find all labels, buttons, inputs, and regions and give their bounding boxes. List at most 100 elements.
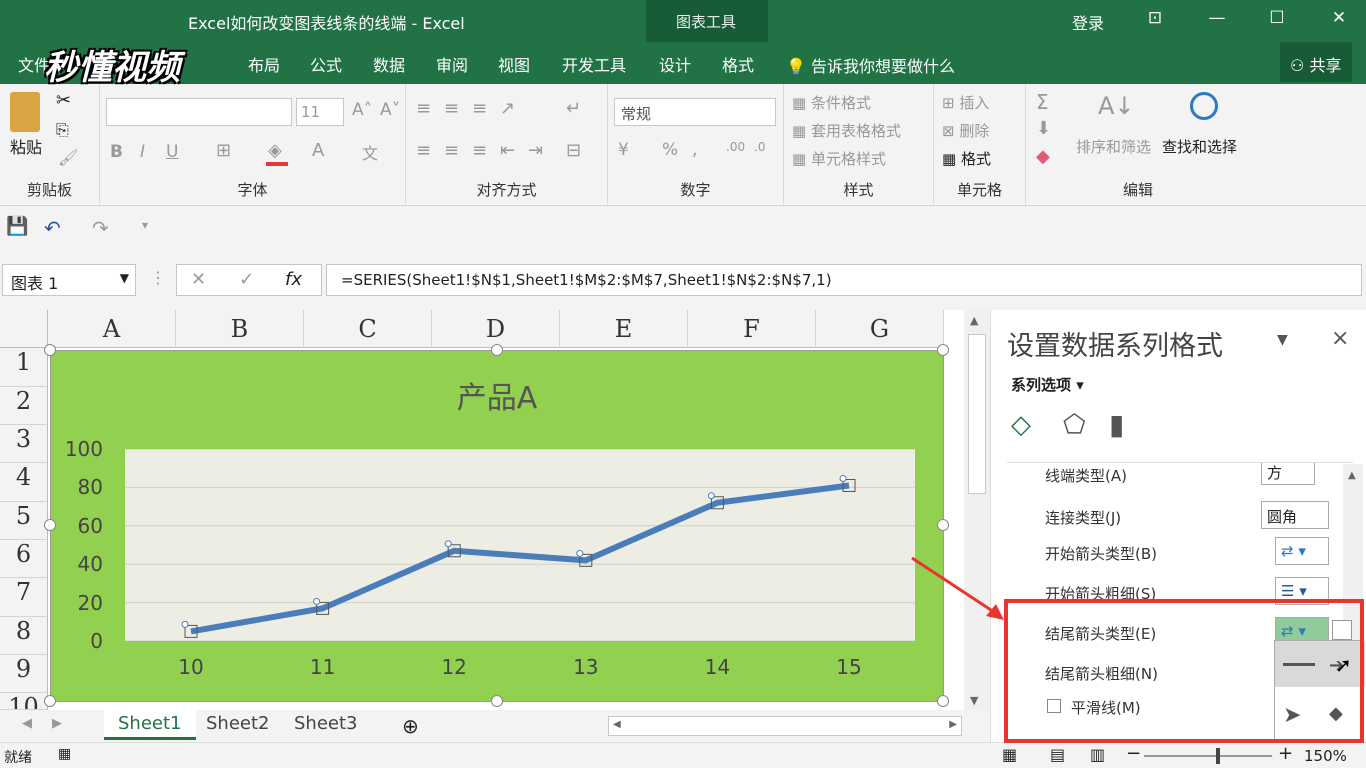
row-header[interactable]: 7: [0, 578, 48, 617]
clear-icon[interactable]: ◆: [1036, 146, 1050, 167]
decrease-indent-icon[interactable]: ⇤: [500, 140, 515, 161]
percent-icon[interactable]: %: [662, 140, 678, 160]
sort-filter-icon[interactable]: A↓: [1098, 92, 1135, 120]
formula-input[interactable]: =SERIES(Sheet1!$N$1,Sheet1!$M$2:$M$7,She…: [326, 264, 1362, 296]
plot-area[interactable]: [125, 448, 915, 642]
zoom-slider-thumb[interactable]: [1216, 748, 1220, 764]
sheet-tab-2[interactable]: Sheet2: [192, 710, 284, 740]
resize-handle[interactable]: [937, 344, 949, 356]
column-header[interactable]: C: [304, 310, 432, 348]
zoom-out-icon[interactable]: −: [1126, 743, 1141, 764]
customize-qat-icon[interactable]: ▾: [142, 218, 148, 232]
tab-review[interactable]: 审阅: [436, 52, 468, 76]
zoom-level[interactable]: 150%: [1304, 747, 1347, 765]
pane-options-icon[interactable]: ▼: [1277, 332, 1288, 348]
autosum-icon[interactable]: Σ: [1036, 90, 1049, 114]
orientation-icon[interactable]: ↗: [500, 98, 515, 119]
align-center-icon[interactable]: ≡: [444, 140, 459, 161]
conditional-format-button[interactable]: ▦ 条件格式: [792, 92, 871, 113]
zoom-slider[interactable]: [1144, 755, 1272, 757]
row-header[interactable]: 5: [0, 502, 48, 540]
shrink-font-icon[interactable]: A˅: [380, 100, 400, 120]
page-layout-icon[interactable]: ▤: [1050, 745, 1065, 764]
delete-cells-button[interactable]: ⊠ 删除: [942, 120, 989, 141]
copy-icon[interactable]: ⎘: [56, 120, 69, 140]
scroll-up-icon[interactable]: ▲: [970, 314, 978, 327]
row-header[interactable]: 8: [0, 617, 48, 655]
resize-handle[interactable]: [491, 695, 503, 707]
maximize-icon[interactable]: ☐: [1262, 8, 1292, 28]
resize-handle[interactable]: [937, 519, 949, 531]
column-header[interactable]: G: [816, 310, 944, 348]
fill-color-icon[interactable]: ◈: [268, 140, 282, 161]
resize-handle[interactable]: [44, 344, 56, 356]
tab-data[interactable]: 数据: [373, 52, 405, 76]
resize-handle[interactable]: [491, 344, 503, 356]
tab-design[interactable]: 设计: [659, 52, 691, 76]
row-header[interactable]: 10: [0, 693, 48, 710]
wrap-text-icon[interactable]: ↵: [566, 98, 581, 119]
cancel-icon[interactable]: ✕: [191, 269, 206, 290]
tab-developer[interactable]: 开发工具: [562, 52, 626, 76]
chart-title[interactable]: 产品A: [51, 373, 943, 417]
scroll-up-icon[interactable]: ▲: [1348, 470, 1356, 481]
sort-filter-button[interactable]: 排序和筛选: [1076, 136, 1151, 157]
row-header[interactable]: 3: [0, 425, 48, 463]
column-header[interactable]: E: [560, 310, 688, 348]
format-painter-icon[interactable]: 🖌: [58, 148, 78, 167]
paste-icon[interactable]: [10, 92, 40, 132]
find-select-icon[interactable]: [1190, 92, 1218, 120]
row-header[interactable]: 1: [0, 348, 48, 387]
align-left-icon[interactable]: ≡: [416, 140, 431, 161]
column-header[interactable]: D: [432, 310, 560, 348]
align-middle-icon[interactable]: ≡: [444, 98, 459, 119]
series-options-icon[interactable]: ▮: [1109, 408, 1124, 441]
row-header[interactable]: 9: [0, 655, 48, 693]
row-header[interactable]: 4: [0, 463, 48, 502]
border-icon[interactable]: ⊞: [216, 140, 231, 161]
merge-center-icon[interactable]: ⊟: [566, 140, 581, 161]
align-top-icon[interactable]: ≡: [416, 98, 431, 119]
resize-handle[interactable]: [44, 695, 56, 707]
normal-view-icon[interactable]: ▦: [1002, 745, 1017, 764]
find-select-button[interactable]: 查找和选择: [1162, 136, 1237, 157]
scroll-left-icon[interactable]: ◀: [613, 719, 621, 730]
close-window-icon[interactable]: ✕: [1324, 8, 1354, 28]
comma-icon[interactable]: ,: [692, 140, 697, 160]
align-right-icon[interactable]: ≡: [472, 140, 487, 161]
scroll-thumb[interactable]: [968, 334, 986, 494]
horizontal-scrollbar[interactable]: ◀ ▶: [608, 716, 962, 736]
format-cells-button[interactable]: ▦ 格式: [942, 148, 991, 169]
tab-format[interactable]: 格式: [722, 52, 754, 76]
macro-record-icon[interactable]: ▦: [58, 746, 71, 762]
bold-icon[interactable]: B: [110, 142, 123, 162]
tab-formulas[interactable]: 公式: [310, 52, 342, 76]
row-header[interactable]: 6: [0, 540, 48, 578]
join-type-select[interactable]: 圆角: [1261, 501, 1329, 529]
format-as-table-button[interactable]: ▦ 套用表格格式: [792, 120, 901, 141]
vertical-scrollbar[interactable]: ▲ ▼: [964, 310, 990, 710]
column-header[interactable]: A: [48, 310, 176, 348]
zoom-in-icon[interactable]: +: [1278, 743, 1293, 764]
add-sheet-icon[interactable]: ⊕: [402, 714, 419, 738]
series-options-dropdown[interactable]: 系列选项 ▾: [1011, 374, 1084, 395]
prev-sheet-icon[interactable]: ◀: [22, 716, 32, 731]
ribbon-display-icon[interactable]: ⊡: [1140, 8, 1170, 28]
decrease-decimal-icon[interactable]: .0: [754, 140, 765, 154]
column-header[interactable]: B: [176, 310, 304, 348]
name-box[interactable]: 图表 1 ▼: [2, 264, 136, 296]
redo-icon[interactable]: ↷: [92, 216, 109, 240]
login-link[interactable]: 登录: [1072, 10, 1104, 34]
share-button[interactable]: ⚇ 共享: [1280, 42, 1352, 82]
font-name-input[interactable]: [106, 98, 292, 126]
scroll-right-icon[interactable]: ▶: [949, 719, 957, 730]
underline-icon[interactable]: U: [166, 142, 178, 162]
save-icon[interactable]: 💾: [6, 216, 28, 237]
cell-styles-button[interactable]: ▦ 单元格样式: [792, 148, 886, 169]
fill-line-icon[interactable]: ◇: [1011, 410, 1031, 440]
fill-icon[interactable]: ⬇: [1036, 118, 1051, 139]
font-color-icon[interactable]: A: [312, 140, 324, 161]
grow-font-icon[interactable]: A˄: [352, 100, 372, 120]
scroll-down-icon[interactable]: ▼: [970, 694, 978, 707]
increase-indent-icon[interactable]: ⇥: [528, 140, 543, 161]
